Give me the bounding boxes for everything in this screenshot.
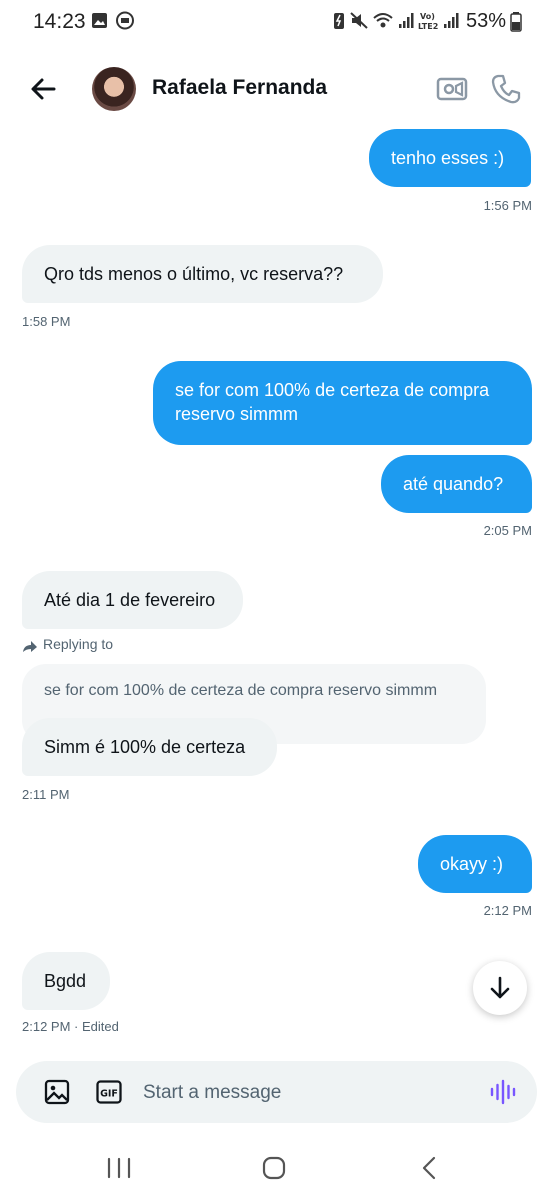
add-image-button[interactable] <box>44 1079 70 1105</box>
message-timestamp: 2:11 PM <box>22 787 70 802</box>
phone-call-button[interactable] <box>489 72 523 106</box>
gallery-notification-icon <box>92 13 107 28</box>
signal-icon <box>444 13 459 28</box>
signal-icon <box>399 13 414 28</box>
volte-icon: Vo) LTE2 <box>418 12 438 31</box>
home-icon[interactable] <box>262 1156 286 1180</box>
message-bubble-incoming[interactable]: Bgdd <box>22 952 110 1010</box>
message-bubble-outgoing[interactable]: até quando? <box>381 455 532 513</box>
message-timestamp: 2:12 PM · Edited <box>22 1019 119 1034</box>
voice-message-icon <box>490 1079 516 1105</box>
nav-back-icon[interactable] <box>420 1156 438 1180</box>
avatar[interactable] <box>92 67 136 111</box>
message-timestamp: 2:05 PM <box>483 523 532 538</box>
message-timestamp: 2:12 PM <box>483 903 532 918</box>
phone-call-icon <box>491 74 521 104</box>
svg-text:Vo): Vo) <box>420 12 435 21</box>
scroll-to-bottom-button[interactable] <box>473 961 527 1015</box>
svg-text:GIF: GIF <box>100 1089 118 1100</box>
status-bar: 14:23 Vo) LTE2 53% <box>0 0 554 44</box>
status-time: 14:23 <box>33 10 86 33</box>
replying-to-label: Replying to <box>43 636 114 652</box>
battery-saver-icon <box>334 13 344 29</box>
system-nav-bar <box>0 1130 554 1200</box>
message-timestamp: 1:58 PM <box>22 314 71 329</box>
gif-icon: GIF <box>96 1080 122 1104</box>
message-input[interactable] <box>143 1080 463 1106</box>
arrow-down-icon <box>490 976 510 999</box>
message-bubble-incoming[interactable]: Simm é 100% de certeza <box>22 718 277 776</box>
contact-name[interactable]: Rafaela Fernanda <box>152 76 327 100</box>
image-icon <box>44 1079 70 1105</box>
back-arrow-icon <box>31 78 56 100</box>
message-bubble-outgoing[interactable]: okayy :) <box>418 835 532 893</box>
battery-percent: 53% <box>466 10 507 32</box>
message-bubble-outgoing[interactable]: tenho esses :) <box>369 129 531 187</box>
add-gif-button[interactable]: GIF <box>96 1080 122 1104</box>
back-button[interactable] <box>26 72 62 106</box>
svg-text:LTE2: LTE2 <box>418 22 438 31</box>
message-timestamp: 1:56 PM <box>483 198 532 213</box>
mute-icon <box>350 12 368 29</box>
app-notification-icon <box>116 11 134 30</box>
battery-icon <box>510 12 522 32</box>
reply-arrow-icon <box>23 641 37 652</box>
video-call-button[interactable] <box>436 74 468 104</box>
recents-icon[interactable] <box>106 1157 132 1179</box>
message-bubble-outgoing[interactable]: se for com 100% de certeza de compra res… <box>153 361 532 445</box>
voice-message-button[interactable] <box>489 1078 517 1106</box>
wifi-icon <box>373 13 393 28</box>
message-bubble-incoming[interactable]: Até dia 1 de fevereiro <box>22 571 243 629</box>
message-bubble-incoming[interactable]: Qro tds menos o último, vc reserva?? <box>22 245 383 303</box>
video-call-icon <box>436 77 468 101</box>
